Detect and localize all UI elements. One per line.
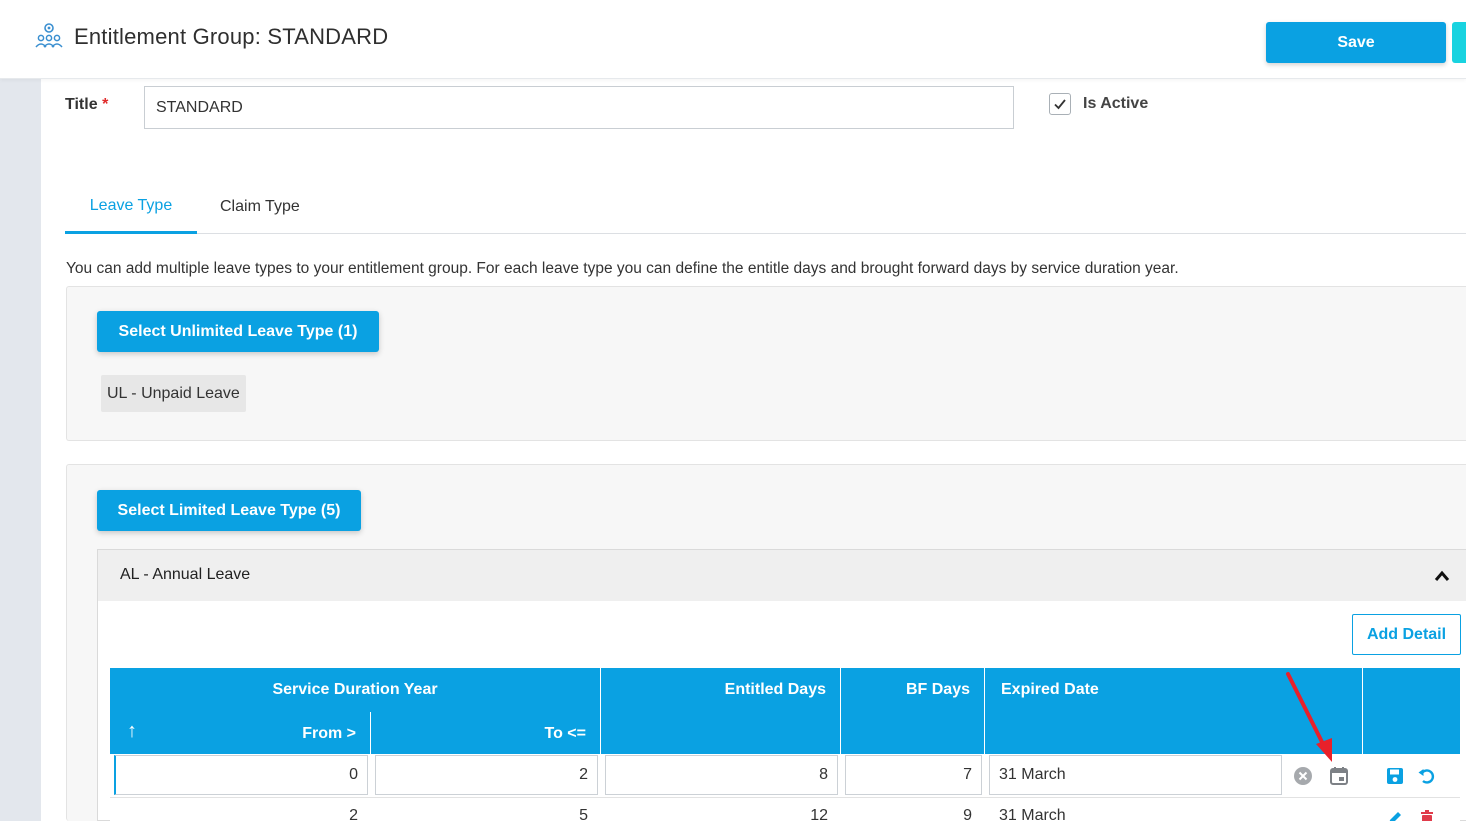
header-from[interactable]: ↑ From > <box>110 712 370 754</box>
to-value: 5 <box>579 807 588 821</box>
required-marker: * <box>102 96 109 113</box>
edit-icon[interactable] <box>1384 807 1406 821</box>
save-row-icon[interactable] <box>1384 765 1406 787</box>
tab-leave-type[interactable]: Leave Type <box>65 180 197 234</box>
tab-description: You can add multiple leave types to your… <box>66 260 1179 277</box>
entitlement-table: Service Duration Year ↑ From > To <= Ent… <box>110 668 1460 821</box>
is-active-checkbox[interactable] <box>1049 93 1071 115</box>
to-input[interactable]: 2 <box>375 755 598 795</box>
calendar-icon[interactable] <box>1328 765 1350 787</box>
delete-icon[interactable] <box>1416 807 1438 821</box>
header-service-duration-text: Service Duration Year <box>272 681 438 698</box>
sort-up-icon[interactable]: ↑ <box>127 720 137 743</box>
expired-date-value: 31 March <box>999 807 1066 821</box>
header-to[interactable]: To <= <box>371 712 600 754</box>
unlimited-leave-panel <box>66 286 1466 441</box>
title-input[interactable]: STANDARD <box>144 86 1014 129</box>
bf-days-value: 9 <box>963 807 972 821</box>
from-input[interactable]: 0 <box>114 755 368 795</box>
header-bf-days-text: BF Days <box>905 681 970 698</box>
page-header: Entitlement Group: STANDARD Save <box>0 0 1466 79</box>
add-detail-button[interactable]: Add Detail <box>1352 614 1461 655</box>
tab-claim-type[interactable]: Claim Type <box>220 180 300 233</box>
leave-type-chip: UL - Unpaid Leave <box>101 375 246 412</box>
clear-icon[interactable] <box>1292 765 1314 787</box>
select-unlimited-leave-button[interactable]: Select Unlimited Leave Type (1) <box>97 311 379 352</box>
is-active-label: Is Active <box>1083 95 1149 112</box>
from-value: 2 <box>349 807 358 821</box>
select-limited-leave-button[interactable]: Select Limited Leave Type (5) <box>97 490 361 531</box>
accordion-header[interactable]: AL - Annual Leave <box>98 550 1466 601</box>
header-entitled-days[interactable]: Entitled Days <box>601 668 840 754</box>
undo-icon[interactable] <box>1416 765 1438 787</box>
header-entitled-days-text: Entitled Days <box>724 681 826 698</box>
save-button[interactable]: Save <box>1266 22 1446 63</box>
table-row: 0 2 8 7 31 March <box>110 754 1460 798</box>
chevron-up-icon[interactable] <box>1434 569 1450 587</box>
tab-bar: Leave Type Claim Type <box>65 180 1466 234</box>
header-from-text: From > <box>302 725 356 742</box>
table-row: 2 5 12 9 31 March <box>110 799 1460 821</box>
secondary-action-button[interactable] <box>1452 22 1466 63</box>
header-expired-date-text: Expired Date <box>1001 681 1099 698</box>
header-bf-days[interactable]: BF Days <box>841 668 984 754</box>
title-label: Title * <box>65 96 108 114</box>
expired-date-input[interactable]: 31 March <box>989 755 1282 795</box>
annotation-arrow <box>1286 672 1332 762</box>
page-title: Entitlement Group: STANDARD <box>74 24 389 49</box>
title-label-text: Title <box>65 96 98 113</box>
header-service-duration: Service Duration Year <box>110 668 600 712</box>
header-to-text: To <= <box>544 725 587 742</box>
header-actions <box>1363 668 1460 754</box>
sidebar-strip <box>0 79 41 821</box>
bf-days-input[interactable]: 7 <box>845 755 982 795</box>
entitled-days-input[interactable]: 8 <box>605 755 838 795</box>
accordion-title: AL - Annual Leave <box>120 566 251 583</box>
entitled-days-value: 12 <box>810 807 828 821</box>
check-icon <box>1054 99 1066 110</box>
group-settings-icon <box>34 22 64 48</box>
